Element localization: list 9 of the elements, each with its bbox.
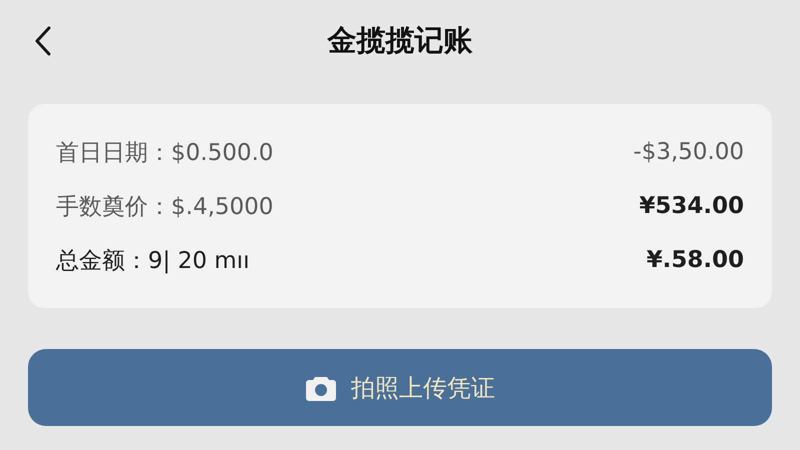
row-label: 总金额：9| 20 mıı xyxy=(56,246,250,276)
row-label: 首日日期：$0.500.0 xyxy=(56,138,274,168)
back-icon[interactable] xyxy=(34,26,52,56)
row-label: 手数奠价：$.4,5000 xyxy=(56,192,274,222)
page-title: 金揽揽记账 xyxy=(328,22,472,59)
row-amount: ¥.58.00 xyxy=(646,247,744,273)
row-amount: -$3,50.00 xyxy=(633,139,744,165)
row-amount: ¥534.00 xyxy=(639,193,744,219)
upload-receipt-button[interactable]: 拍照上传凭证 xyxy=(28,349,772,426)
